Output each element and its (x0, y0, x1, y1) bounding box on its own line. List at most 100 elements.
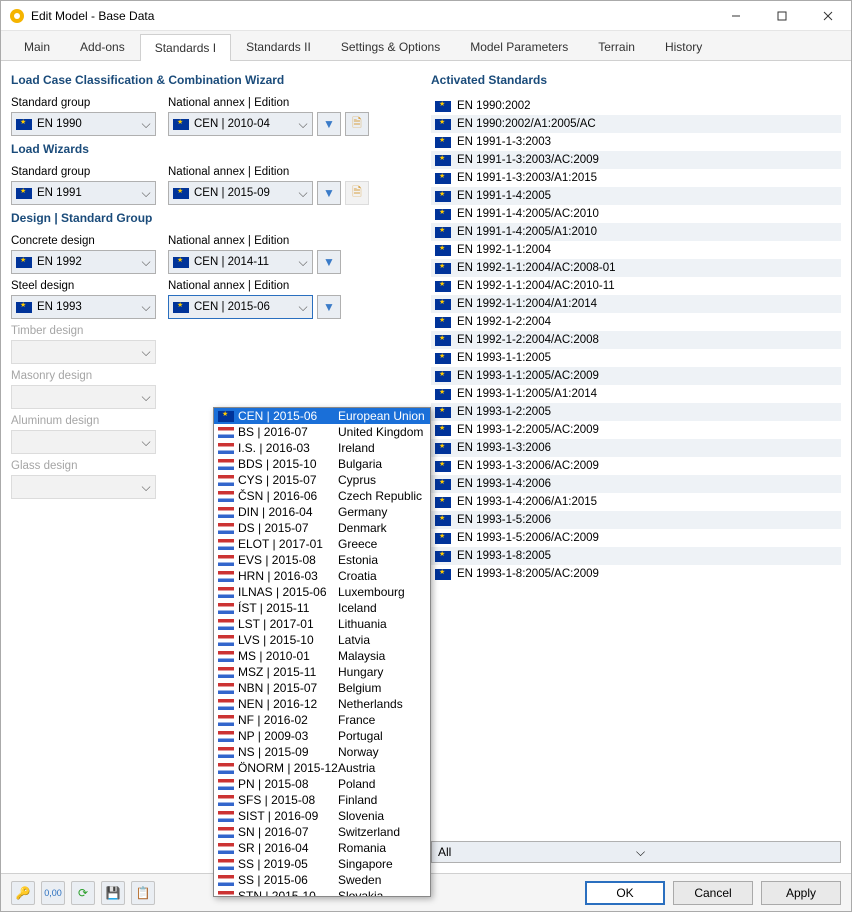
cancel-button[interactable]: Cancel (673, 881, 753, 905)
flag-icon (218, 571, 234, 582)
annex-option[interactable]: SIST | 2016-09Slovenia (214, 808, 430, 824)
activated-standard-item[interactable]: EN 1993-1-5:2006/AC:2009 (431, 529, 841, 547)
annex-option[interactable]: I.S. | 2016-03Ireland (214, 440, 430, 456)
activated-standard-item[interactable]: EN 1991-1-4:2005/A1:2010 (431, 223, 841, 241)
lcc-filter-button[interactable]: ▼ (317, 112, 341, 136)
annex-option[interactable]: SS | 2015-06Sweden (214, 872, 430, 888)
maximize-button[interactable] (759, 1, 805, 30)
annex-option[interactable]: BDS | 2015-10Bulgaria (214, 456, 430, 472)
tab-terrain[interactable]: Terrain (583, 33, 650, 60)
annex-option[interactable]: ÍST | 2015-11Iceland (214, 600, 430, 616)
tool-units-button[interactable]: 0,00 (41, 881, 65, 905)
apply-button[interactable]: Apply (761, 881, 841, 905)
flag-icon (218, 667, 234, 678)
lcc-std-group-combo[interactable]: EN 1990⌵ (11, 112, 156, 136)
tab-settings-options[interactable]: Settings & Options (326, 33, 455, 60)
annex-option[interactable]: LST | 2017-01Lithuania (214, 616, 430, 632)
activated-standards-list[interactable]: EN 1990:2002EN 1990:2002/A1:2005/ACEN 19… (431, 97, 841, 837)
steel-filter-button[interactable]: ▼ (317, 295, 341, 319)
activated-standard-item[interactable]: EN 1992-1-1:2004 (431, 241, 841, 259)
activated-standard-item[interactable]: EN 1993-1-1:2005/A1:2014 (431, 385, 841, 403)
activated-standard-item[interactable]: EN 1993-1-3:2006/AC:2009 (431, 457, 841, 475)
annex-option[interactable]: LVS | 2015-10Latvia (214, 632, 430, 648)
lw-std-group-combo[interactable]: EN 1991⌵ (11, 181, 156, 205)
activated-standard-item[interactable]: EN 1990:2002 (431, 97, 841, 115)
annex-option[interactable]: PN | 2015-08Poland (214, 776, 430, 792)
annex-option[interactable]: DS | 2015-07Denmark (214, 520, 430, 536)
annex-option[interactable]: STN | 2015-10Slovakia (214, 888, 430, 897)
annex-option[interactable]: SR | 2016-04Romania (214, 840, 430, 856)
tab-history[interactable]: History (650, 33, 717, 60)
steel-combo[interactable]: EN 1993⌵ (11, 295, 156, 319)
steel-annex-combo[interactable]: CEN | 2015-06⌵ (168, 295, 313, 319)
annex-option[interactable]: NF | 2016-02France (214, 712, 430, 728)
annex-option[interactable]: BS | 2016-07United Kingdom (214, 424, 430, 440)
activated-standard-item[interactable]: EN 1992-1-2:2004 (431, 313, 841, 331)
activated-standard-item[interactable]: EN 1990:2002/A1:2005/AC (431, 115, 841, 133)
eu-flag-icon (435, 515, 451, 526)
eu-flag-icon (173, 257, 189, 268)
tab-model-parameters[interactable]: Model Parameters (455, 33, 583, 60)
annex-option[interactable]: NP | 2009-03Portugal (214, 728, 430, 744)
activated-standard-item[interactable]: EN 1991-1-3:2003 (431, 133, 841, 151)
annex-option[interactable]: EVS | 2015-08Estonia (214, 552, 430, 568)
activated-standard-item[interactable]: EN 1993-1-5:2006 (431, 511, 841, 529)
annex-option[interactable]: CEN | 2015-06European Union (214, 408, 430, 424)
annex-option[interactable]: ILNAS | 2015-06Luxembourg (214, 584, 430, 600)
activated-standard-item[interactable]: EN 1991-1-4:2005 (431, 187, 841, 205)
minimize-button[interactable] (713, 1, 759, 30)
annex-option[interactable]: ČSN | 2016-06Czech Republic (214, 488, 430, 504)
tool-key-button[interactable]: 🔑 (11, 881, 35, 905)
steel-annex-dropdown[interactable]: CEN | 2015-06European UnionBS | 2016-07U… (213, 407, 431, 897)
activated-standard-item[interactable]: EN 1993-1-1:2005/AC:2009 (431, 367, 841, 385)
activated-standard-item[interactable]: EN 1991-1-4:2005/AC:2010 (431, 205, 841, 223)
concrete-annex-combo[interactable]: CEN | 2014-11⌵ (168, 250, 313, 274)
tab-standards-ii[interactable]: Standards II (231, 33, 326, 60)
activated-standard-item[interactable]: EN 1993-1-2:2005 (431, 403, 841, 421)
annex-option[interactable]: SFS | 2015-08Finland (214, 792, 430, 808)
activated-standard-item[interactable]: EN 1993-1-4:2006/A1:2015 (431, 493, 841, 511)
activated-standard-item[interactable]: EN 1992-1-2:2004/AC:2008 (431, 331, 841, 349)
annex-option[interactable]: NS | 2015-09Norway (214, 744, 430, 760)
activated-standard-item[interactable]: EN 1993-1-8:2005/AC:2009 (431, 565, 841, 583)
activated-standard-item[interactable]: EN 1992-1-1:2004/AC:2010-11 (431, 277, 841, 295)
activated-standard-item[interactable]: EN 1992-1-1:2004/AC:2008-01 (431, 259, 841, 277)
annex-option[interactable]: HRN | 2016-03Croatia (214, 568, 430, 584)
activated-standard-item[interactable]: EN 1993-1-4:2006 (431, 475, 841, 493)
activated-standard-item[interactable]: EN 1991-1-3:2003/A1:2015 (431, 169, 841, 187)
lcc-doc-button[interactable]: 🗎 (345, 112, 369, 136)
lcc-annex-combo[interactable]: CEN | 2010-04⌵ (168, 112, 313, 136)
activated-standard-item[interactable]: EN 1993-1-1:2005 (431, 349, 841, 367)
tool-save-button[interactable]: 💾 (101, 881, 125, 905)
tab-standards-i[interactable]: Standards I (140, 34, 231, 61)
annex-option[interactable]: NBN | 2015-07Belgium (214, 680, 430, 696)
annex-option[interactable]: MSZ | 2015-11Hungary (214, 664, 430, 680)
annex-option[interactable]: CYS | 2015-07Cyprus (214, 472, 430, 488)
activated-standard-item[interactable]: EN 1993-1-3:2006 (431, 439, 841, 457)
flag-icon (218, 603, 234, 614)
close-button[interactable] (805, 1, 851, 30)
annex-option[interactable]: DIN | 2016-04Germany (214, 504, 430, 520)
eu-flag-icon (435, 461, 451, 472)
activated-standard-item[interactable]: EN 1992-1-1:2004/A1:2014 (431, 295, 841, 313)
ok-button[interactable]: OK (585, 881, 665, 905)
activated-standard-item[interactable]: EN 1991-1-3:2003/AC:2009 (431, 151, 841, 169)
concrete-filter-button[interactable]: ▼ (317, 250, 341, 274)
annex-option[interactable]: NEN | 2016-12Netherlands (214, 696, 430, 712)
tab-main[interactable]: Main (9, 33, 65, 60)
annex-option[interactable]: ÖNORM | 2015-12Austria (214, 760, 430, 776)
lw-filter-button[interactable]: ▼ (317, 181, 341, 205)
activated-standard-item[interactable]: EN 1993-1-2:2005/AC:2009 (431, 421, 841, 439)
annex-option[interactable]: SS | 2019-05Singapore (214, 856, 430, 872)
activated-filter-combo[interactable]: All⌵ (431, 841, 841, 863)
concrete-combo[interactable]: EN 1992⌵ (11, 250, 156, 274)
activated-standard-item[interactable]: EN 1993-1-8:2005 (431, 547, 841, 565)
tab-add-ons[interactable]: Add-ons (65, 33, 140, 60)
annex-option[interactable]: ELOT | 2017-01Greece (214, 536, 430, 552)
lw-annex-combo[interactable]: CEN | 2015-09⌵ (168, 181, 313, 205)
annex-option[interactable]: SN | 2016-07Switzerland (214, 824, 430, 840)
tool-refresh-button[interactable]: ⟳ (71, 881, 95, 905)
annex-option[interactable]: MS | 2010-01Malaysia (214, 648, 430, 664)
standard-label: EN 1992-1-2:2004 (457, 316, 551, 328)
tool-clipboard-button[interactable]: 📋 (131, 881, 155, 905)
